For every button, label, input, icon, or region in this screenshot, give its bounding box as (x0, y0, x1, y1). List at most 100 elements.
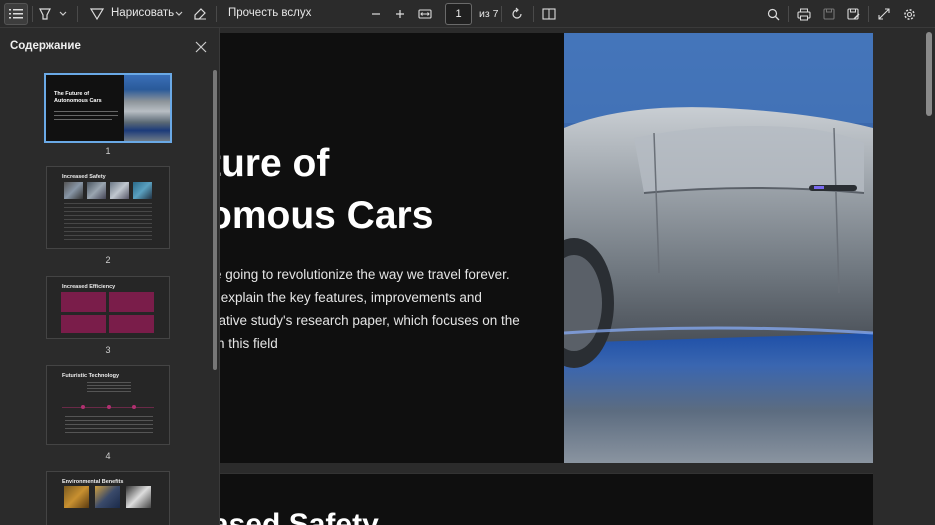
thumbnail-image (64, 486, 89, 508)
highlight-dropdown-button[interactable] (57, 3, 69, 25)
sidebar-close-button[interactable] (195, 40, 207, 53)
erase-button[interactable] (191, 3, 209, 25)
fit-width-button[interactable] (415, 3, 435, 25)
body-line: e going to revolutionize the way we trav… (220, 267, 510, 282)
car-image (564, 33, 873, 463)
read-aloud-button[interactable]: Прочесть вслух (228, 7, 311, 19)
settings-button[interactable] (900, 3, 918, 25)
plus-icon (396, 10, 404, 18)
chevron-down-icon (175, 11, 183, 16)
rotate-button[interactable] (508, 3, 526, 25)
thumbnail-number: 2 (105, 255, 111, 265)
thumbnail-text-block (87, 382, 131, 394)
highlighter-icon (39, 8, 51, 20)
thumbnail-text-line (54, 111, 118, 112)
toolbar-separator (32, 6, 33, 22)
highlight-button[interactable] (36, 3, 54, 25)
thumbnail-timeline-dot (107, 405, 111, 409)
save-button[interactable] (820, 3, 838, 25)
search-icon (767, 8, 779, 20)
save-icon (823, 8, 835, 20)
close-icon (195, 41, 207, 53)
list-icon (9, 9, 23, 19)
eraser-icon (194, 8, 206, 20)
thumbnail-number: 3 (105, 345, 111, 355)
zoom-in-button[interactable] (392, 3, 408, 25)
gear-icon (903, 8, 915, 20)
draw-dropdown-button[interactable] (173, 3, 185, 25)
page-title: ture of omous Cars (220, 138, 433, 242)
toolbar-separator (77, 6, 78, 22)
sidebar-scrollbar[interactable] (213, 70, 217, 370)
thumbnail-image (64, 182, 83, 199)
fullscreen-button[interactable] (875, 3, 893, 25)
car-illustration (564, 33, 873, 463)
page-title-line-1: ture of (220, 142, 330, 185)
draw-button[interactable] (88, 3, 106, 25)
thumbnail-timeline-dot (81, 405, 85, 409)
toolbar-separator (501, 6, 502, 22)
body-line: rative study's research paper, which foc… (220, 313, 520, 328)
thumbnail-title: Environmental Benefits (62, 479, 124, 485)
page-thumbnail-3[interactable]: Increased Efficiency (46, 276, 170, 339)
thumbnail-text-line (54, 115, 118, 116)
document-scrollbar-thumb[interactable] (926, 32, 932, 116)
thumbnail-text-block (64, 203, 152, 243)
contents-sidebar: Содержание The Future of Autonomous Cars… (0, 28, 220, 525)
thumbnail-text-panel (46, 75, 124, 141)
page-thumbnail-4[interactable]: Futuristic Technology (46, 365, 170, 445)
printer-icon (797, 8, 811, 20)
chevron-down-icon (59, 11, 67, 16)
document-page-1: ture of omous Cars e going to revolution… (220, 33, 873, 463)
pen-icon (90, 8, 104, 21)
body-line: l explain the key features, improvements… (220, 290, 482, 305)
page-thumbnail-2[interactable]: Increased Safety (46, 166, 170, 249)
page-total-label: из 7 (479, 8, 499, 20)
thumbnail-card (109, 315, 154, 333)
rotate-icon (512, 7, 522, 19)
thumbnail-timeline-dot (132, 405, 136, 409)
draw-label[interactable]: Нарисовать (111, 7, 174, 19)
minus-icon (372, 13, 380, 15)
body-line: in this field (220, 336, 278, 351)
thumbnail-title: Futuristic Technology (62, 373, 120, 379)
expand-icon (878, 8, 890, 20)
page-thumbnail-1[interactable]: The Future of Autonomous Cars (44, 73, 172, 143)
search-button[interactable] (764, 3, 782, 25)
two-page-icon (542, 8, 556, 20)
thumbnail-image (133, 182, 152, 199)
page-title-line-2: omous Cars (220, 194, 434, 237)
toolbar: Нарисовать Прочесть вслух 1 из 7 (0, 0, 935, 28)
thumbnail-title: Increased Efficiency (62, 284, 116, 290)
sidebar-title: Содержание (10, 40, 81, 52)
document-scrollbar[interactable] (923, 28, 935, 525)
page-number-input[interactable]: 1 (445, 3, 472, 25)
zoom-out-button[interactable] (368, 3, 384, 25)
thumbnail-text-line (54, 119, 112, 120)
thumbnail-title: The Future of Autonomous Cars (54, 91, 102, 104)
thumbnail-card (109, 292, 154, 312)
save-as-button[interactable] (844, 3, 862, 25)
toolbar-separator (533, 6, 534, 22)
thumbnail-title: Increased Safety (62, 174, 106, 180)
page-thumbnail-5[interactable]: Environmental Benefits (46, 471, 170, 525)
save-as-icon (846, 7, 859, 20)
toolbar-separator (788, 6, 789, 22)
fit-width-icon (418, 9, 432, 19)
thumbnail-number: 1 (105, 146, 111, 156)
print-button[interactable] (795, 3, 813, 25)
contents-toggle-button[interactable] (4, 3, 28, 25)
document-viewer[interactable]: ture of omous Cars e going to revolution… (220, 28, 923, 525)
toolbar-separator (868, 6, 869, 22)
document-page-2: ased Safety (220, 473, 873, 525)
thumbnail-image (87, 182, 106, 199)
toolbar-separator (216, 6, 217, 22)
thumbnail-image (126, 486, 151, 508)
thumbnail-card (61, 315, 106, 333)
thumbnail-number: 4 (105, 451, 111, 461)
thumbnail-image (110, 182, 129, 199)
page-view-button[interactable] (540, 3, 558, 25)
car-image (124, 75, 170, 141)
thumbnail-text-block (65, 416, 153, 436)
thumbnail-card (61, 292, 106, 312)
